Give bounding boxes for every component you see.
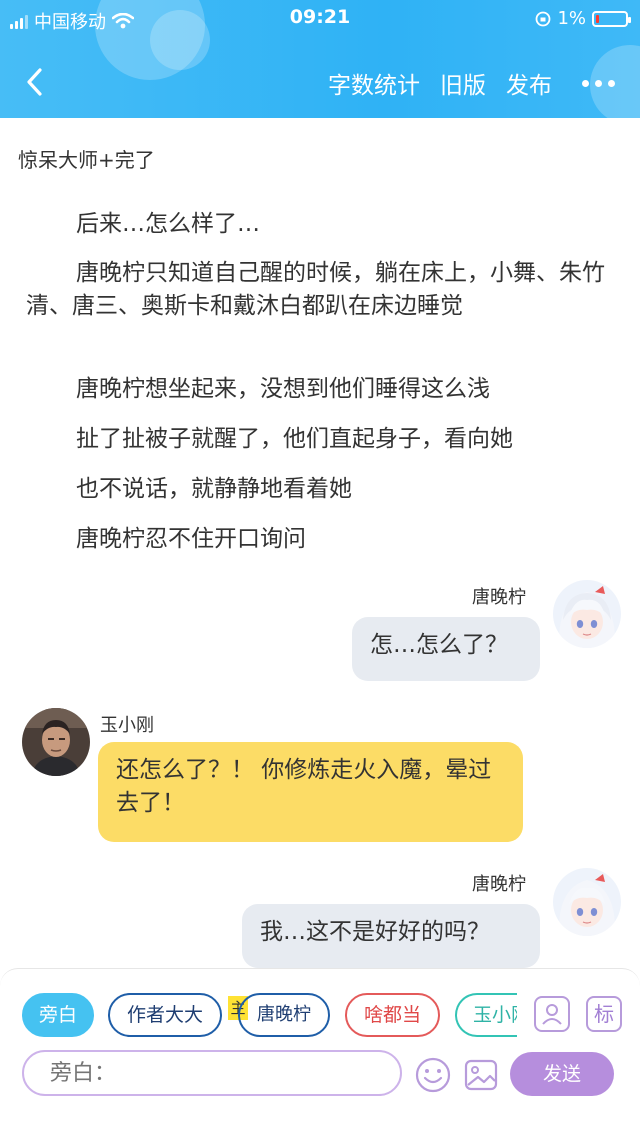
narration-line: 唐晚柠想坐起来，没想到他们睡得这么浅 — [76, 376, 490, 402]
person-icon — [542, 1004, 562, 1025]
status-bar: 中国移动 09:21 1% — [0, 0, 640, 40]
avatar[interactable] — [553, 580, 621, 648]
narration-line: 后来…怎么样了… — [76, 211, 260, 237]
role-chip-tang[interactable]: 唐晚柠 — [238, 993, 330, 1037]
word-count-button[interactable]: 字数统计 — [328, 66, 420, 100]
narration-line: 唐晚柠忍不住开口询问 — [76, 526, 306, 552]
nav-bar: 字数统计 旧版 发布 — [0, 54, 640, 110]
role-chip-author[interactable]: 作者大大 — [108, 993, 222, 1037]
more-icon[interactable] — [570, 79, 626, 87]
narration-line: 也不说话，就静静地看着她 — [76, 476, 352, 502]
chapter-title: 惊呆大师+完了 — [18, 148, 155, 172]
sender-name: 唐晚柠 — [472, 874, 526, 895]
role-chip-narrator[interactable]: 旁白 — [22, 993, 94, 1037]
manage-roles-button[interactable] — [534, 996, 570, 1032]
image-icon — [464, 1059, 498, 1091]
narration-line: 扯了扯被子就醒了，他们直起身子，看向她 — [76, 426, 513, 452]
smiley-icon — [415, 1057, 451, 1093]
avatar[interactable] — [553, 868, 621, 936]
back-button[interactable] — [18, 64, 54, 100]
emoji-button[interactable] — [414, 1056, 452, 1094]
narration-line: 唐晚柠只知道自己醒的时候，躺在床上，小舞、朱竹清、唐三、奥斯卡和戴沐白都趴在床边… — [26, 260, 605, 319]
message-input[interactable] — [22, 1050, 402, 1096]
app-header: 中国移动 09:21 1% 字数统计 旧版 发布 — [0, 0, 640, 118]
send-button[interactable]: 发送 — [510, 1052, 614, 1096]
publish-button[interactable]: 发布 — [506, 66, 552, 100]
anime-girl-avatar-icon — [553, 580, 621, 648]
message-bubble: 还怎么了？！ 你修炼走火入魔，晕过去了！ — [98, 742, 523, 842]
man-avatar-icon — [22, 708, 90, 776]
message-bubble: 怎…怎么了？ — [352, 617, 540, 681]
message-bubble: 我…这不是好好的吗？ — [242, 904, 540, 968]
back-arrow-icon — [27, 68, 42, 96]
role-chip-yu[interactable]: 玉小刚 — [455, 993, 517, 1037]
sender-name: 唐晚柠 — [472, 587, 526, 608]
sender-name: 玉小刚 — [100, 715, 154, 736]
avatar[interactable] — [22, 708, 90, 776]
anime-girl-avatar-icon — [553, 868, 621, 936]
tag-button[interactable]: 标 — [586, 996, 622, 1032]
role-chip-any[interactable]: 啥都当 — [345, 993, 440, 1037]
battery-icon — [592, 10, 631, 27]
battery-percent: 1% — [557, 8, 586, 29]
orientation-lock-icon — [536, 11, 551, 26]
old-version-button[interactable]: 旧版 — [440, 66, 486, 100]
image-button[interactable] — [463, 1057, 499, 1093]
